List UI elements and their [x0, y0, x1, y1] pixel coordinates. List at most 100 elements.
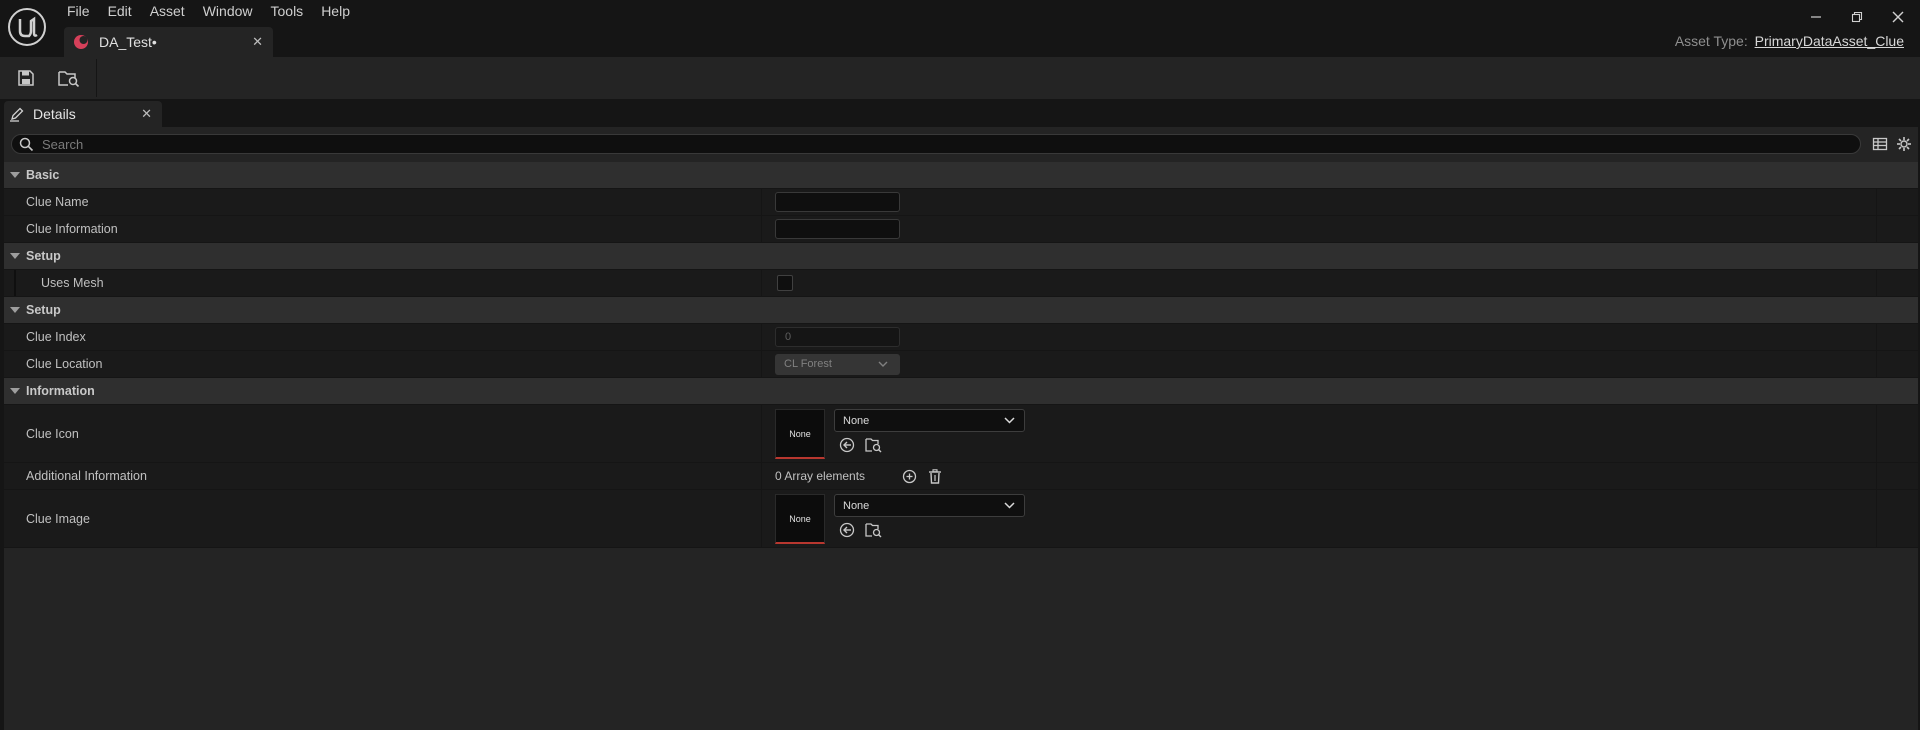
property-row-clue-image: Clue Image None None: [4, 490, 1918, 548]
use-selected-arrow-icon: [839, 522, 855, 538]
category-label: Setup: [26, 303, 61, 317]
restore-icon: [1851, 11, 1863, 23]
browse-folder-icon: [864, 523, 881, 538]
property-row-clue-index: Clue Index 0: [4, 324, 1918, 351]
add-element-button[interactable]: [900, 467, 918, 485]
column-separator: [761, 270, 762, 296]
close-icon[interactable]: ✕: [252, 34, 263, 50]
browse-asset-button[interactable]: [864, 521, 882, 539]
category-label: Setup: [26, 249, 61, 263]
property-name: Additional Information: [26, 469, 147, 483]
unreal-logo-icon[interactable]: [7, 7, 47, 47]
menu-file[interactable]: File: [58, 0, 99, 24]
property-name: Clue Information: [26, 222, 118, 236]
use-selected-asset-button[interactable]: [838, 436, 856, 454]
category-setup[interactable]: Setup: [4, 243, 1918, 270]
expand-arrow-icon[interactable]: [10, 253, 20, 259]
property-name: Clue Index: [26, 330, 86, 344]
details-panel: Basic Clue Name Clue Information Setup U…: [4, 127, 1918, 730]
document-tab-label: DA_Test•: [99, 34, 157, 50]
expand-arrow-icon[interactable]: [10, 172, 20, 178]
column-separator: [761, 490, 762, 547]
toolbar: [0, 57, 1920, 99]
uses-mesh-checkbox[interactable]: [777, 275, 793, 291]
search-row: [4, 127, 1918, 162]
column-separator: [1876, 463, 1877, 489]
browse-asset-button[interactable]: [864, 436, 882, 454]
clue-image-asset-picker[interactable]: None: [834, 494, 1025, 517]
close-icon[interactable]: ✕: [141, 106, 152, 122]
column-separator: [1876, 351, 1877, 377]
expand-arrow-icon[interactable]: [10, 388, 20, 394]
menu-edit[interactable]: Edit: [99, 0, 141, 24]
use-selected-asset-button[interactable]: [838, 521, 856, 539]
search-box[interactable]: [11, 134, 1861, 154]
save-icon: [18, 70, 34, 86]
column-separator: [1876, 189, 1877, 215]
close-icon: [1892, 11, 1904, 23]
menu-asset[interactable]: Asset: [141, 0, 194, 24]
save-button[interactable]: [11, 65, 41, 91]
column-separator: [761, 189, 762, 215]
title-bar: File Edit Asset Window Tools Help DA_Tes…: [0, 0, 1920, 57]
close-window-button[interactable]: [1886, 6, 1910, 28]
chevron-down-icon: [1004, 502, 1015, 509]
search-icon: [19, 137, 34, 152]
restore-button[interactable]: [1845, 6, 1869, 28]
category-label: Information: [26, 384, 95, 398]
details-tab[interactable]: Details ✕: [4, 101, 162, 127]
property-list: Basic Clue Name Clue Information Setup U…: [4, 162, 1918, 548]
edit-pencil-icon: [10, 107, 24, 122]
column-separator: [761, 405, 762, 462]
clue-information-input[interactable]: [775, 219, 900, 239]
clue-location-dropdown: CL Forest: [775, 354, 900, 375]
menu-help[interactable]: Help: [312, 0, 359, 24]
clue-location-value: CL Forest: [784, 358, 832, 370]
clue-icon-asset-picker[interactable]: None: [834, 409, 1025, 432]
clue-image-asset-value: None: [843, 500, 870, 512]
array-count: 0 Array elements: [775, 469, 866, 483]
clue-image-thumbnail[interactable]: None: [775, 494, 825, 544]
browse-to-asset-button[interactable]: [54, 65, 84, 91]
panel-tab-bar: Details ✕: [0, 99, 1920, 127]
category-information[interactable]: Information: [4, 378, 1918, 405]
category-basic[interactable]: Basic: [4, 162, 1918, 189]
category-setup-2[interactable]: Setup: [4, 297, 1918, 324]
property-row-clue-icon: Clue Icon None None: [4, 405, 1918, 463]
menu-tools[interactable]: Tools: [262, 0, 313, 24]
clear-elements-button[interactable]: [926, 467, 944, 485]
clue-name-input[interactable]: [775, 192, 900, 212]
column-separator: [1876, 324, 1877, 350]
property-matrix-icon[interactable]: [1872, 136, 1888, 152]
asset-type-link[interactable]: PrimaryDataAsset_Clue: [1755, 33, 1904, 49]
main-menu: File Edit Asset Window Tools Help: [58, 0, 359, 24]
asset-type-info: Asset Type: PrimaryDataAsset_Clue: [1675, 33, 1904, 49]
property-row-clue-location: Clue Location CL Forest: [4, 351, 1918, 378]
column-separator: [761, 351, 762, 377]
property-name: Uses Mesh: [41, 276, 104, 290]
settings-gear-icon[interactable]: [1896, 136, 1912, 152]
minimize-button[interactable]: [1804, 6, 1828, 28]
clue-icon-thumbnail[interactable]: None: [775, 409, 825, 459]
column-separator: [761, 324, 762, 350]
property-row-clue-information: Clue Information: [4, 216, 1918, 243]
data-asset-icon: [74, 35, 88, 49]
document-tab[interactable]: DA_Test• ✕: [64, 27, 273, 57]
column-separator: [761, 216, 762, 242]
column-separator: [1876, 216, 1877, 242]
details-tab-label: Details: [33, 106, 76, 122]
chevron-down-icon: [1004, 417, 1015, 424]
trash-icon: [929, 468, 941, 484]
browse-folder-icon: [58, 71, 80, 87]
property-row-clue-name: Clue Name: [4, 189, 1918, 216]
asset-type-label: Asset Type:: [1674, 33, 1748, 49]
search-input[interactable]: [40, 136, 1840, 153]
toolbar-separator: [96, 59, 97, 97]
property-row-uses-mesh: Uses Mesh: [4, 270, 1918, 297]
property-name: Clue Location: [26, 357, 103, 371]
chevron-down-icon: [878, 361, 888, 367]
menu-window[interactable]: Window: [194, 0, 262, 24]
browse-folder-icon: [864, 438, 881, 453]
expand-arrow-icon[interactable]: [10, 307, 20, 313]
category-label: Basic: [26, 168, 60, 182]
